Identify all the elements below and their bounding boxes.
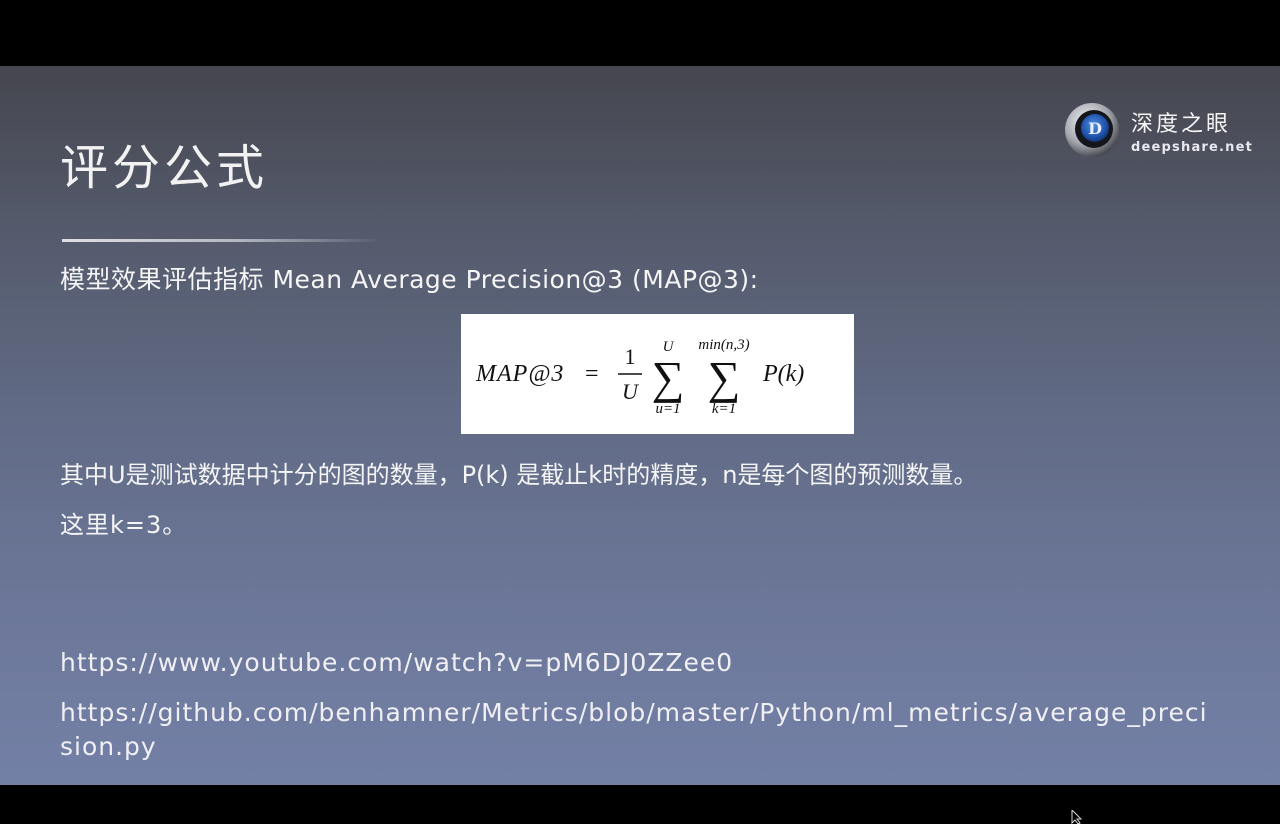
sum2-lower-limit: k=1 (712, 401, 736, 417)
logo-emblem-letter: D (1088, 119, 1102, 138)
letterbox-bottom (0, 785, 1280, 824)
youtube-link[interactable]: https://www.youtube.com/watch?v=pM6DJ0ZZ… (60, 646, 1210, 680)
deepshare-logo-icon: D (1065, 103, 1119, 157)
logo-url: deepshare.net (1131, 140, 1254, 155)
presentation-slide: 评分公式 D 深度之眼 deepshare.net 模型效果评估指标 Mean … (0, 66, 1280, 785)
sum2-upper-limit: min(n,3) (698, 337, 749, 353)
formula-fraction-numerator: 1 (625, 344, 636, 369)
title-underline (62, 239, 382, 242)
sum1-lower-limit: u=1 (655, 401, 680, 417)
sum2-sigma-icon: ∑ (708, 352, 741, 403)
k-value-note: 这里k=3。 (60, 511, 188, 539)
formula-fraction-denominator: U (622, 379, 640, 404)
slide-title: 评分公式 (60, 140, 269, 196)
github-link[interactable]: https://github.com/benhamner/Metrics/blo… (60, 696, 1210, 764)
mouse-cursor-icon (1071, 810, 1083, 824)
letterbox-top (0, 0, 1280, 66)
sum1-sigma-icon: ∑ (652, 352, 685, 403)
deepshare-logo: D 深度之眼 deepshare.net (1064, 102, 1264, 158)
formula-explanation: 其中U是测试数据中计分的图的数量，P(k) 是截止k时的精度，n是每个图的预测数… (60, 461, 978, 489)
formula-term: P(k) (762, 361, 804, 387)
formula-equals: = (585, 361, 599, 387)
metric-subtitle: 模型效果评估指标 Mean Average Precision@3 (MAP@3… (60, 265, 759, 294)
map-at-3-formula: MAP@3 = 1 U U ∑ u=1 min(n,3) ∑ k=1 P(k) (475, 337, 804, 417)
formula-lhs: MAP@3 (475, 361, 564, 387)
formula-image: MAP@3 = 1 U U ∑ u=1 min(n,3) ∑ k=1 P(k) (461, 314, 854, 434)
logo-name: 深度之眼 (1131, 112, 1232, 137)
